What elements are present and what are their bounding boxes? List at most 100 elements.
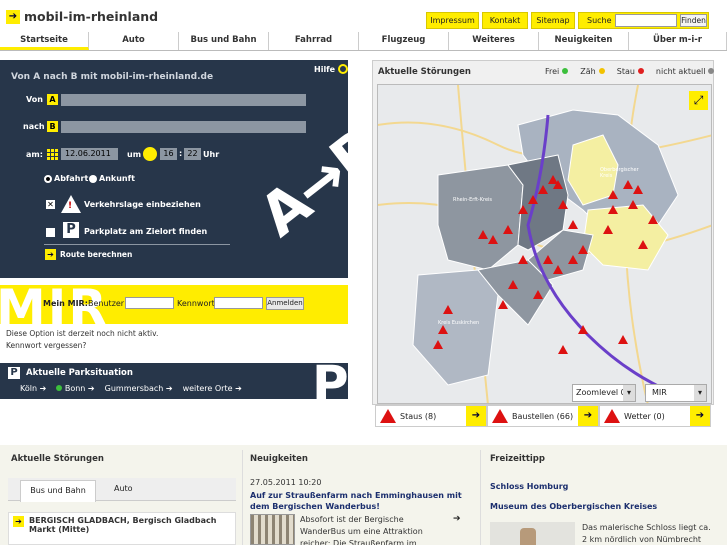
date-field[interactable]: 12.06.2011 bbox=[61, 148, 118, 160]
hazard-marker-icon[interactable] bbox=[433, 340, 443, 349]
hazard-marker-icon[interactable] bbox=[503, 225, 513, 234]
zoom-select[interactable]: Zoomlevel 0 ▾ bbox=[572, 384, 636, 402]
hazard-marker-icon[interactable] bbox=[633, 185, 643, 194]
from-input[interactable] bbox=[61, 94, 306, 106]
traffic-checkbox[interactable]: ✕ bbox=[46, 200, 55, 209]
news-headline[interactable]: Auf zur Straußenfarm nach Emminghausen m… bbox=[250, 490, 475, 512]
hazard-marker-icon[interactable] bbox=[508, 280, 518, 289]
arrival-radio[interactable]: Ankunft bbox=[89, 174, 135, 183]
to-input[interactable] bbox=[61, 121, 306, 133]
layer-select[interactable]: MIR ▾ bbox=[645, 384, 707, 402]
fullscreen-icon[interactable]: ⤢ bbox=[689, 91, 708, 110]
parking-label: Parkplatz am Zielort finden bbox=[84, 227, 208, 236]
hazard-marker-icon[interactable] bbox=[553, 265, 563, 274]
tab-bus-bahn[interactable]: Bus und Bahn bbox=[20, 480, 96, 502]
region-label-oberberg: Oberbergischer Kreis bbox=[600, 167, 639, 179]
help-link[interactable]: Hilfe bbox=[314, 64, 349, 74]
mir-panel: MIR Mein MIR: Benutzer Kennwort Anmelden bbox=[0, 285, 348, 324]
city-gummersbach[interactable]: Gummersbach ➔ bbox=[105, 384, 173, 393]
hazard-marker-icon[interactable] bbox=[638, 240, 648, 249]
city-koeln[interactable]: Köln ➔ bbox=[20, 384, 46, 393]
to-label: nach bbox=[23, 122, 45, 131]
logo[interactable]: ➔ mobil-im-rheinland bbox=[6, 9, 158, 24]
hazard-marker-icon[interactable] bbox=[518, 255, 528, 264]
tip-museum[interactable]: Museum des Oberbergischen Kreises bbox=[490, 502, 657, 511]
nav-item-1[interactable]: Auto bbox=[89, 32, 179, 50]
forgot-link[interactable]: Kennwort vergessen? bbox=[6, 341, 86, 350]
hazard-marker-icon[interactable] bbox=[608, 205, 618, 214]
hazard-marker-icon[interactable] bbox=[628, 200, 638, 209]
count-item-0[interactable]: Staus (8) ➔ bbox=[375, 405, 487, 427]
city-bonn[interactable]: Bonn ➔ bbox=[56, 384, 95, 393]
kontakt-link[interactable]: Kontakt bbox=[482, 12, 528, 29]
news-more-icon[interactable]: ➔ bbox=[453, 514, 461, 524]
hazard-marker-icon[interactable] bbox=[568, 220, 578, 229]
pass-input[interactable] bbox=[214, 297, 263, 309]
arrow-icon: ➔ bbox=[6, 9, 20, 24]
hazard-marker-icon[interactable] bbox=[498, 300, 508, 309]
parking-big: P bbox=[312, 363, 348, 399]
disruption-item[interactable]: ➔ BERGISCH GLADBACH, Bergisch Gladbach M… bbox=[8, 512, 236, 545]
user-input[interactable] bbox=[125, 297, 174, 309]
hazard-marker-icon[interactable] bbox=[648, 215, 658, 224]
route-submit-label: Route berechnen bbox=[60, 250, 133, 259]
nav-item-4[interactable]: Flugzeug bbox=[359, 32, 449, 50]
hazard-marker-icon[interactable] bbox=[543, 255, 553, 264]
sitemap-link[interactable]: Sitemap bbox=[531, 12, 575, 29]
hour-field[interactable]: 16 bbox=[160, 148, 177, 160]
route-submit[interactable]: ➔ Route berechnen bbox=[45, 249, 132, 260]
hazard-marker-icon[interactable] bbox=[478, 230, 488, 239]
nav-item-6[interactable]: Neuigkeiten bbox=[539, 32, 629, 50]
help-icon bbox=[338, 64, 349, 74]
news-image bbox=[250, 514, 295, 545]
parking-checkbox[interactable] bbox=[46, 228, 55, 237]
tab-auto[interactable]: Auto bbox=[114, 484, 133, 493]
hazard-marker-icon[interactable] bbox=[568, 255, 578, 264]
warning-icon bbox=[604, 409, 620, 423]
news-text: Absofort ist der Bergische WanderBus um … bbox=[300, 515, 423, 545]
hazard-marker-icon[interactable] bbox=[533, 290, 543, 299]
map-view[interactable]: Rhein-Erft-Kreis Oberbergischer Kreis Kr… bbox=[377, 84, 712, 404]
status-dot-icon bbox=[56, 385, 63, 391]
hazard-marker-icon[interactable] bbox=[538, 185, 548, 194]
nav-item-3[interactable]: Fahrrad bbox=[269, 32, 359, 50]
hazard-marker-icon[interactable] bbox=[558, 200, 568, 209]
col1-title: Aktuelle Störungen bbox=[11, 454, 104, 464]
calendar-icon[interactable] bbox=[46, 148, 58, 160]
city-label: weitere Orte bbox=[182, 384, 233, 393]
minute-field[interactable]: 22 bbox=[184, 148, 201, 160]
hazard-marker-icon[interactable] bbox=[618, 335, 628, 344]
nav-item-7[interactable]: Über m-i-r bbox=[629, 32, 727, 50]
count-item-1[interactable]: Baustellen (66) ➔ bbox=[487, 405, 599, 427]
route-divider bbox=[44, 244, 230, 245]
hazard-marker-icon[interactable] bbox=[443, 305, 453, 314]
hazard-marker-icon[interactable] bbox=[438, 325, 448, 334]
hazard-marker-icon[interactable] bbox=[488, 235, 498, 244]
nav-item-2[interactable]: Bus und Bahn bbox=[179, 32, 269, 50]
nav-item-5[interactable]: Weiteres bbox=[449, 32, 539, 50]
parking-panel: P Aktuelle Parksituation P Köln ➔ Bonn ➔… bbox=[0, 363, 348, 399]
user-label: Benutzer bbox=[88, 299, 125, 308]
hazard-marker-icon[interactable] bbox=[518, 205, 528, 214]
tip-place[interactable]: Schloss Homburg bbox=[490, 482, 568, 491]
count-item-2[interactable]: Wetter (0) ➔ bbox=[599, 405, 711, 427]
login-button[interactable]: Anmelden bbox=[266, 297, 304, 310]
city-more[interactable]: weitere Orte ➔ bbox=[183, 384, 242, 393]
hazard-marker-icon[interactable] bbox=[578, 245, 588, 254]
departure-radio[interactable]: Abfahrt bbox=[44, 174, 88, 183]
hazard-marker-icon[interactable] bbox=[528, 195, 538, 204]
nav-item-0[interactable]: Startseite bbox=[0, 32, 89, 50]
main-nav: Startseite Auto Bus und Bahn Fahrrad Flugzeu… bbox=[0, 32, 727, 51]
hazard-marker-icon[interactable] bbox=[578, 325, 588, 334]
hazard-marker-icon[interactable] bbox=[603, 225, 613, 234]
hazard-marker-icon[interactable] bbox=[623, 180, 633, 189]
legend-label: Zäh bbox=[580, 67, 596, 76]
hazard-marker-icon[interactable] bbox=[558, 345, 568, 354]
hazard-marker-icon[interactable] bbox=[608, 190, 618, 199]
search-input[interactable] bbox=[615, 14, 677, 27]
impressum-link[interactable]: Impressum bbox=[426, 12, 479, 29]
pass-label: Kennwort bbox=[177, 299, 215, 308]
hazard-marker-icon[interactable] bbox=[548, 175, 558, 184]
search-button[interactable]: Finden bbox=[680, 14, 707, 27]
legend-dot-icon bbox=[598, 68, 605, 74]
